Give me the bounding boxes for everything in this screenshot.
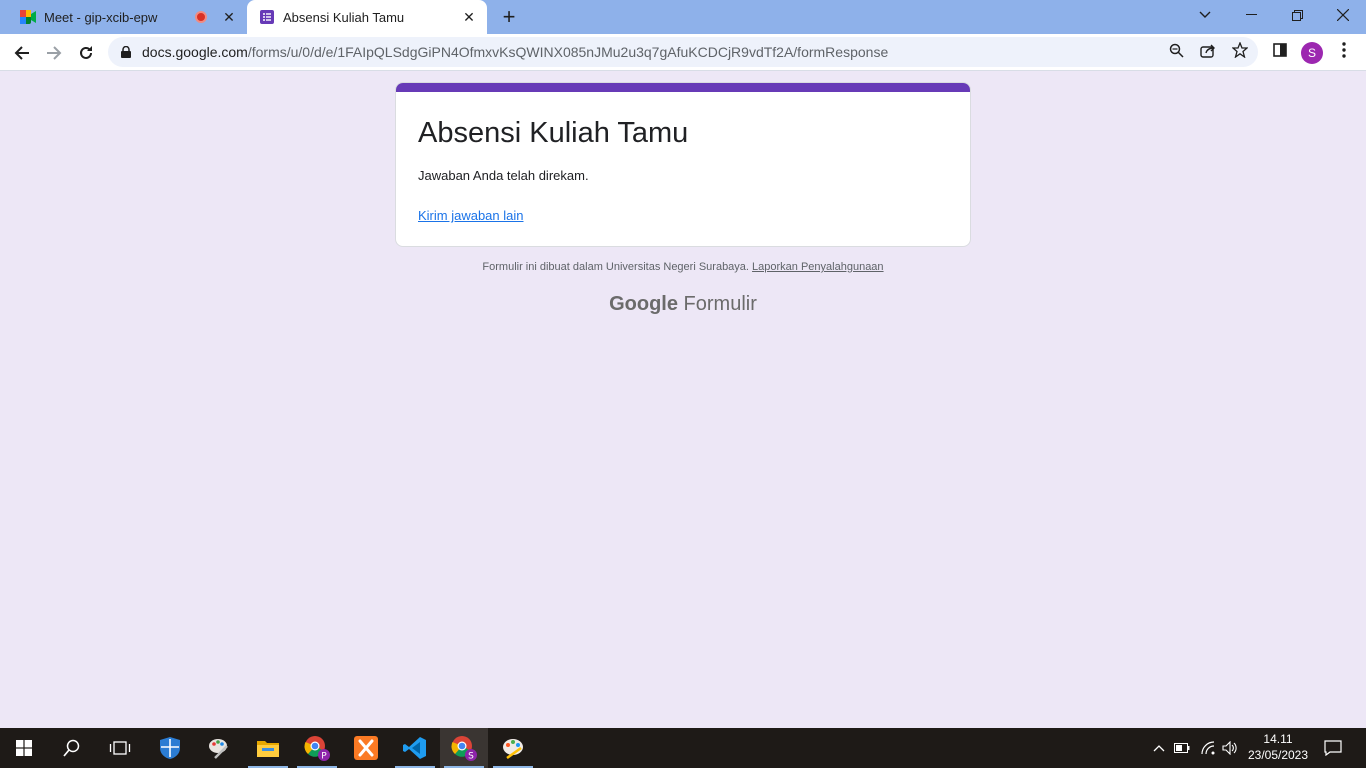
chrome-profile-p-icon[interactable]: P — [293, 728, 341, 768]
paint-app-icon[interactable] — [195, 728, 243, 768]
submit-another-response-link[interactable]: Kirim jawaban lain — [418, 208, 524, 223]
tab-strip: Meet - gip-xcib-epw ✕ Absensi Kuliah Tam… — [0, 0, 1366, 34]
taskbar: P S 14.11 23/05/2023 — [0, 728, 1366, 768]
svg-text:S: S — [468, 752, 474, 762]
google-wordmark: Google — [609, 293, 678, 315]
task-view-icon[interactable] — [96, 728, 144, 768]
url-text: docs.google.com/forms/u/0/d/e/1FAIpQLSdg… — [142, 44, 889, 60]
start-icon[interactable] — [0, 728, 48, 768]
browser-toolbar: docs.google.com/forms/u/0/d/e/1FAIpQLSdg… — [0, 34, 1366, 71]
tab-meet[interactable]: Meet - gip-xcib-epw ✕ — [0, 0, 247, 34]
minimize-icon[interactable] — [1228, 0, 1274, 30]
notification-center-icon[interactable] — [1320, 728, 1346, 768]
google-meet-icon — [20, 9, 36, 25]
footer-note-text: Formulir ini dibuat dalam Universitas Ne… — [482, 261, 749, 273]
tab-search-icon[interactable] — [1182, 0, 1228, 30]
back-icon[interactable] — [8, 39, 36, 67]
svg-text:P: P — [321, 752, 327, 762]
recording-indicator-icon — [195, 11, 207, 23]
close-window-icon[interactable] — [1320, 0, 1366, 30]
tab-forms[interactable]: Absensi Kuliah Tamu ✕ — [247, 0, 487, 34]
footer-note: Formulir ini dibuat dalam Universitas Ne… — [395, 261, 971, 273]
confirmation-message: Jawaban Anda telah direkam. — [418, 168, 589, 183]
volume-icon[interactable] — [1220, 728, 1240, 768]
bookmark-star-icon[interactable] — [1231, 41, 1249, 59]
more-menu-icon[interactable] — [1335, 41, 1353, 59]
battery-icon[interactable] — [1172, 728, 1192, 768]
show-hidden-icons-icon[interactable] — [1150, 728, 1168, 768]
vscode-icon[interactable] — [391, 728, 439, 768]
paint-3d-icon[interactable] — [489, 728, 537, 768]
google-forms-logo[interactable]: Google Formulir — [395, 293, 971, 316]
search-icon[interactable] — [48, 728, 96, 768]
report-abuse-link[interactable]: Laporkan Penyalahgunaan — [752, 261, 884, 273]
forms-wordmark: Formulir — [683, 293, 757, 315]
close-tab-icon[interactable]: ✕ — [459, 7, 479, 27]
address-bar[interactable]: docs.google.com/forms/u/0/d/e/1FAIpQLSdg… — [108, 37, 1258, 67]
confirmation-card: Absensi Kuliah Tamu Jawaban Anda telah d… — [395, 82, 971, 247]
clock-time: 14.11 — [1263, 732, 1293, 746]
chrome-profile-s-icon[interactable]: S — [440, 728, 488, 768]
reload-icon[interactable] — [72, 39, 100, 67]
avatar[interactable]: S — [1301, 42, 1323, 64]
google-forms-icon — [259, 9, 275, 25]
tab-title: Meet - gip-xcib-epw — [44, 9, 158, 25]
side-panel-icon[interactable] — [1271, 41, 1289, 59]
page-title: Absensi Kuliah Tamu — [418, 117, 689, 149]
lock-icon[interactable] — [120, 45, 132, 59]
tab-title: Absensi Kuliah Tamu — [283, 9, 405, 25]
system-clock[interactable]: 14.11 23/05/2023 — [1244, 731, 1312, 763]
clock-date: 23/05/2023 — [1247, 748, 1309, 762]
form-accent-bar — [396, 83, 970, 92]
windows-security-icon[interactable] — [146, 728, 194, 768]
share-icon[interactable] — [1199, 41, 1217, 59]
restore-icon[interactable] — [1274, 0, 1320, 30]
close-tab-icon[interactable]: ✕ — [219, 7, 239, 27]
zoom-icon[interactable] — [1167, 41, 1185, 59]
new-tab-button[interactable]: + — [498, 4, 520, 29]
file-explorer-icon[interactable] — [244, 728, 292, 768]
wifi-icon[interactable] — [1198, 728, 1218, 768]
xampp-icon[interactable] — [342, 728, 390, 768]
forward-icon[interactable] — [40, 39, 68, 67]
